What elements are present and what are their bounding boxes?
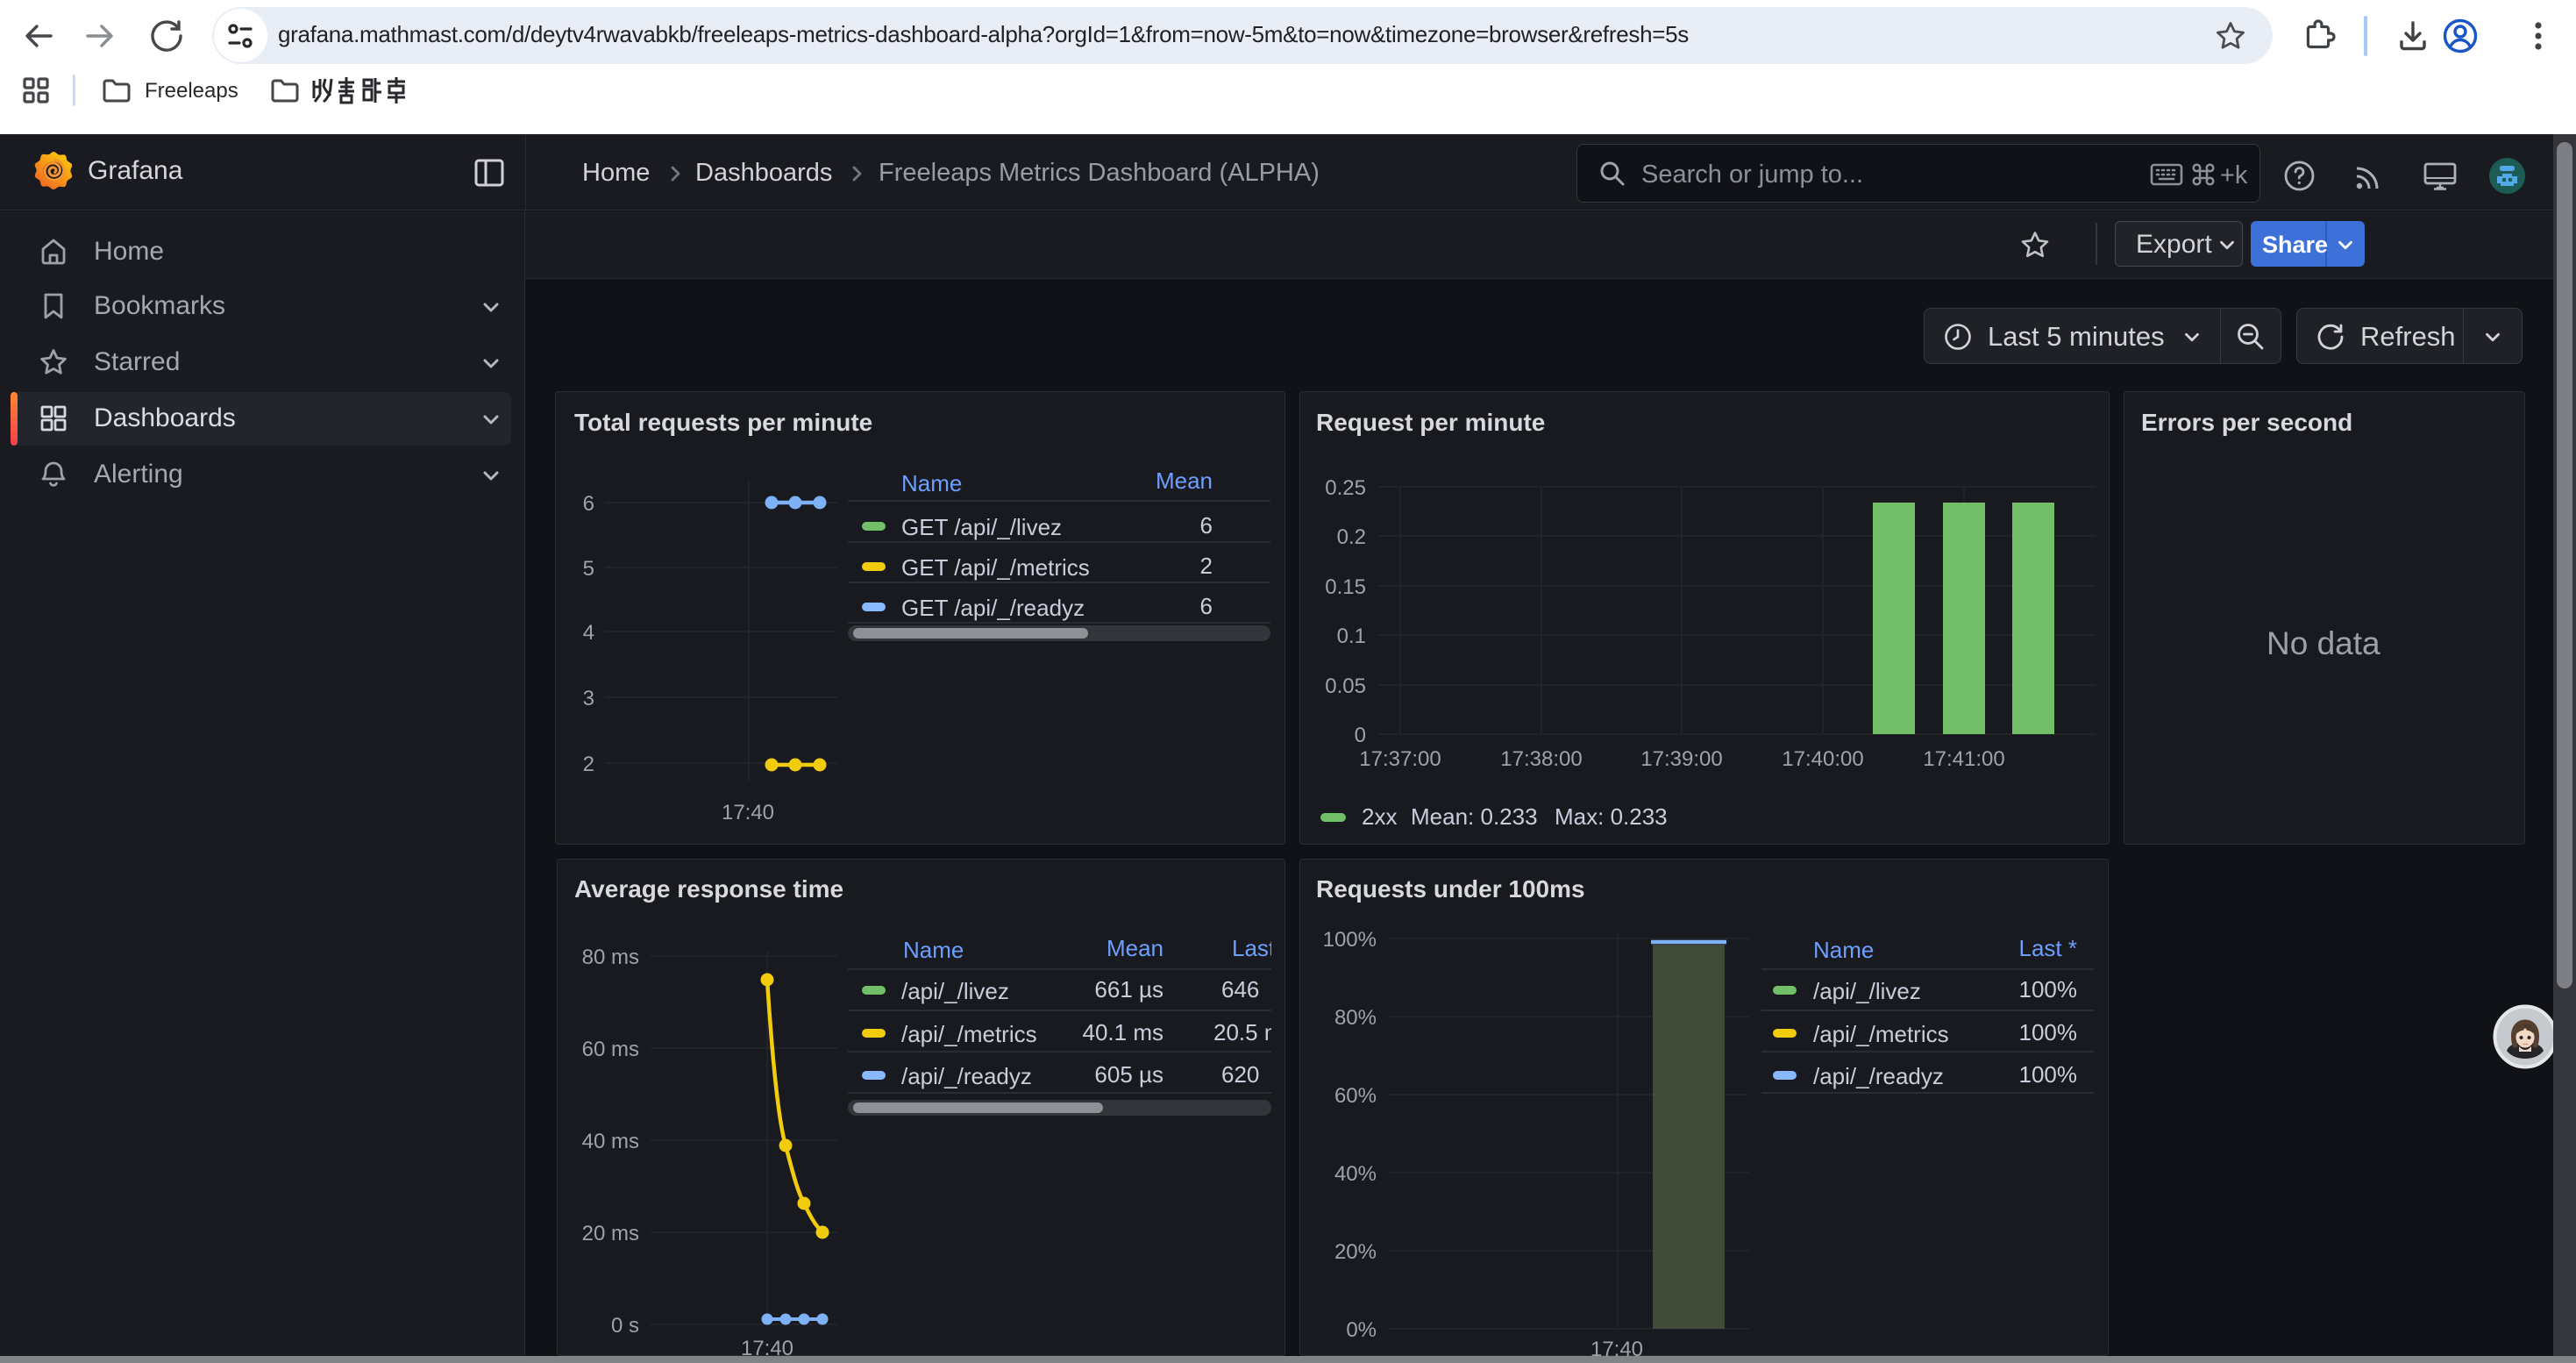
svg-text:0.1: 0.1 [1337,624,1366,648]
svg-text:0%: 0% [1346,1318,1377,1342]
svg-text:5: 5 [583,557,594,581]
svg-text:17:40:00: 17:40:00 [1782,747,1863,771]
svg-text:17:40: 17:40 [722,801,774,824]
svg-text:0.25: 0.25 [1325,476,1366,500]
svg-text:20 ms: 20 ms [582,1222,639,1245]
svg-text:0.15: 0.15 [1325,575,1366,599]
svg-text:17:37:00: 17:37:00 [1359,747,1441,771]
svg-text:40%: 40% [1334,1162,1377,1186]
svg-text:3: 3 [583,687,594,710]
svg-text:60 ms: 60 ms [582,1038,639,1061]
svg-text:17:40: 17:40 [1590,1338,1643,1356]
svg-text:0.05: 0.05 [1325,674,1366,698]
svg-text:80 ms: 80 ms [582,946,639,969]
svg-text:2: 2 [583,753,594,776]
svg-text:17:38:00: 17:38:00 [1500,747,1582,771]
svg-text:60%: 60% [1334,1084,1377,1108]
svg-text:100%: 100% [1323,928,1377,952]
svg-text:17:39:00: 17:39:00 [1640,747,1722,771]
svg-text:6: 6 [583,492,594,516]
svg-text:0.2: 0.2 [1337,525,1366,549]
svg-text:17:40: 17:40 [741,1337,793,1356]
svg-text:0 s: 0 s [611,1314,639,1338]
svg-text:20%: 20% [1334,1240,1377,1264]
svg-text:80%: 80% [1334,1006,1377,1030]
svg-text:40 ms: 40 ms [582,1130,639,1153]
svg-text:4: 4 [583,621,594,645]
svg-text:0: 0 [1355,724,1366,747]
svg-text:17:41:00: 17:41:00 [1923,747,2004,771]
